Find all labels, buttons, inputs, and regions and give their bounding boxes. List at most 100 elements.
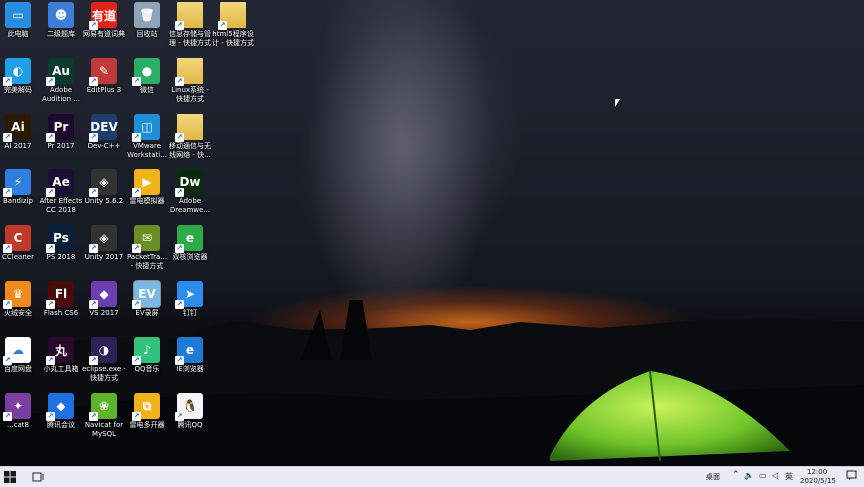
desktop-icon-label: VS 2017 xyxy=(89,309,119,317)
desktop-icon-ie[interactable]: e ↗ IE浏览器 xyxy=(167,337,213,374)
shortcut-arrow-icon: ↗ xyxy=(46,77,55,86)
desktop-icon-packet[interactable]: ✉ ↗ PacketTra... - 快捷方式 xyxy=(124,225,170,271)
desktop-icon-ae[interactable]: Ae ↗ After Effects CC 2018 xyxy=(38,169,84,215)
volume-icon[interactable]: 🔈 xyxy=(744,471,754,480)
desktop-icon-xiaowan[interactable]: 丸 ↗ 小丸工具箱 xyxy=(38,337,84,374)
shortcut-arrow-icon: ↗ xyxy=(46,300,55,309)
desktop-icon-qqmusic[interactable]: ♪ ↗ QQ音乐 xyxy=(124,337,170,374)
desktop-icon-mobile[interactable]: ↗ 移动通信与无 线网络 - 快... xyxy=(167,114,213,160)
shortcut-arrow-icon: ↗ xyxy=(132,300,141,309)
shortcut-arrow-icon: ↗ xyxy=(175,21,184,30)
desktop-icon-baidu[interactable]: ☁ ↗ 百度网盘 xyxy=(0,337,41,374)
desktop-icon-editplus[interactable]: ✎ ↗ EditPlus 3 xyxy=(81,58,127,95)
desktop-icon-label: 完美解码 xyxy=(4,86,32,94)
desktop-icon-pc[interactable]: ▭ 此电脑 xyxy=(0,2,41,39)
desktop-icon-html5[interactable]: ↗ html5程序设 计 - 快捷方式 xyxy=(210,2,256,48)
desktop-icon-eclipse[interactable]: ◑ ↗ eclipse.exe - 快捷方式 xyxy=(81,337,127,383)
wanmei-icon: ◐ ↗ xyxy=(3,58,31,86)
recycle-glyph: 🗑 xyxy=(139,8,155,22)
desktop-icon-bandizip[interactable]: ⚡ ↗ Bandizip xyxy=(0,169,41,206)
ie-glyph: e xyxy=(185,343,195,357)
editplus-glyph: ✎ xyxy=(98,64,110,78)
tencentmeet-glyph: ⬥ xyxy=(56,398,66,413)
notification-center-icon[interactable] xyxy=(846,470,857,483)
desktop-icon-navicat8[interactable]: ✦ ↗ ...cat8 xyxy=(0,393,41,430)
mobile-icon: ↗ xyxy=(175,114,203,142)
taskbar: 桌面 ⌃ 🔈 ▭ ◁ 英 12:00 2020/5/15 xyxy=(0,466,864,487)
desktop-icon-qq[interactable]: 🐧 ↗ 腾讯QQ xyxy=(167,393,213,430)
shortcut-arrow-icon: ↗ xyxy=(46,412,55,421)
desktop-icon-label: 腾讯会议 xyxy=(47,421,75,429)
desktop-icon-huorong[interactable]: ♛ ↗ 火绒安全 xyxy=(0,281,41,318)
speaker-icon[interactable]: ◁ xyxy=(772,471,778,480)
desktop-icon-info[interactable]: ↗ 信息存储与管 理 - 快捷方式 xyxy=(167,2,213,48)
desktop-icon-leidian[interactable]: ▶ ↗ 雷电模拟器 xyxy=(124,169,170,206)
qqmusic-glyph: ♪ xyxy=(143,343,151,357)
info-icon: ↗ xyxy=(175,2,203,30)
ps-icon: Ps ↗ xyxy=(46,225,74,253)
network-icon[interactable]: ▭ xyxy=(759,471,767,480)
desktop-icon-vmware[interactable]: ◫ ↗ VMware Workstati... xyxy=(124,114,170,160)
desktop-icon-label: CCleaner xyxy=(2,253,34,261)
desktop-icon-audition[interactable]: Au ↗ Adobe Audition ... xyxy=(38,58,84,104)
tent-illustration xyxy=(550,370,790,462)
windows-icon xyxy=(4,471,16,483)
desktop-icon-tencentmeet[interactable]: ⬥ ↗ 腾讯会议 xyxy=(38,393,84,430)
desktop-icon-flash[interactable]: Fl ↗ Flash CS6 xyxy=(38,281,84,318)
desktop-icon-youdao[interactable]: 有道 ↗ 网易有道词典 xyxy=(81,2,127,39)
desktop-icon-vs[interactable]: ◆ ↗ VS 2017 xyxy=(81,281,127,318)
desktop-icon-devcpp[interactable]: DEV ↗ Dev-C++ xyxy=(81,114,127,151)
show-hidden-icons-chevron-icon[interactable]: ⌃ xyxy=(732,470,740,480)
desktop-icon-unity2017[interactable]: ◈ ↗ Unity 2017 xyxy=(81,225,127,262)
desktop-icon-label: 微信 xyxy=(140,86,154,94)
shortcut-arrow-icon: ↗ xyxy=(3,133,12,142)
desktop-icon-label: Adobe Audition ... xyxy=(42,86,80,103)
desktop-icon-label: Dev-C++ xyxy=(87,142,121,150)
milky-way xyxy=(259,0,561,327)
desktop-icon-label: EV录屏 xyxy=(135,309,159,317)
desktop-icon-recycle[interactable]: 🗑 回收站 xyxy=(124,2,170,39)
start-button[interactable] xyxy=(4,471,16,483)
desktop-icon-ai[interactable]: Ai ↗ AI 2017 xyxy=(0,114,41,151)
linux-icon: ↗ xyxy=(175,58,203,86)
desktop-icon-pr[interactable]: Pr ↗ Pr 2017 xyxy=(38,114,84,151)
desktop-icon-leidianmulti[interactable]: ⧉ ↗ 雷电多开器 xyxy=(124,393,170,430)
ime-indicator[interactable]: 英 xyxy=(785,471,793,482)
navicat-icon: ❀ ↗ xyxy=(89,393,117,421)
shortcut-arrow-icon: ↗ xyxy=(3,188,12,197)
desktop-icon-unity562[interactable]: ◈ ↗ Unity 5.6.2 xyxy=(81,169,127,206)
desktop-icon-dw[interactable]: Dw ↗ Adobe Dreamwe... xyxy=(167,169,213,215)
shortcut-arrow-icon: ↗ xyxy=(175,300,184,309)
clock-time[interactable]: 12:00 xyxy=(807,468,827,476)
ps-glyph: Ps xyxy=(53,231,69,245)
desktop-icon-ev[interactable]: EV ↗ EV录屏 xyxy=(124,280,170,318)
desktop-icon-label: After Effects CC 2018 xyxy=(39,197,83,214)
desktop-icon-wechat[interactable]: ● ↗ 微信 xyxy=(124,58,170,95)
huorong-icon: ♛ ↗ xyxy=(3,281,31,309)
shortcut-arrow-icon: ↗ xyxy=(3,412,12,421)
desktop-icon-label: Unity 2017 xyxy=(84,253,124,261)
desktop-icon-label: eclipse.exe - 快捷方式 xyxy=(82,365,126,382)
desktop-icon-label: 雷电多开器 xyxy=(129,421,165,429)
desktop-icon-wanmei[interactable]: ◐ ↗ 完美解码 xyxy=(0,58,41,95)
task-view-button[interactable] xyxy=(32,471,44,485)
desktop-icon-shuanghe[interactable]: e ↗ 双核浏览器 xyxy=(167,225,213,262)
tencentmeet-icon: ⬥ ↗ xyxy=(46,393,74,421)
xiaowan-icon: 丸 ↗ xyxy=(46,337,74,365)
clock-date[interactable]: 2020/5/15 xyxy=(800,477,836,485)
ev-glyph: EV xyxy=(138,287,156,301)
desktop-icon-label: Navicat for MySQL xyxy=(84,421,124,438)
shortcut-arrow-icon: ↗ xyxy=(89,133,98,142)
shortcut-arrow-icon: ↗ xyxy=(175,356,184,365)
desktop-icon-ccleaner[interactable]: C ↗ CCleaner xyxy=(0,225,41,262)
desktop-icon-navicat[interactable]: ❀ ↗ Navicat for MySQL xyxy=(81,393,127,439)
desktop-toolbar-label[interactable]: 桌面 xyxy=(706,472,720,482)
desktop-icon-label: Adobe Dreamwe... xyxy=(169,197,211,214)
desktop-icon-erji[interactable]: ☻ 二级题库 xyxy=(38,2,84,39)
mouse-cursor xyxy=(615,99,620,107)
editplus-icon: ✎ ↗ xyxy=(89,58,117,86)
desktop-icon-linux[interactable]: ↗ Linux系统 - 快捷方式 xyxy=(167,58,213,104)
qqmusic-icon: ♪ ↗ xyxy=(132,337,160,365)
desktop-icon-ps[interactable]: Ps ↗ PS 2018 xyxy=(38,225,84,262)
desktop-icon-dingding[interactable]: ➤ ↗ 钉钉 xyxy=(167,281,213,318)
